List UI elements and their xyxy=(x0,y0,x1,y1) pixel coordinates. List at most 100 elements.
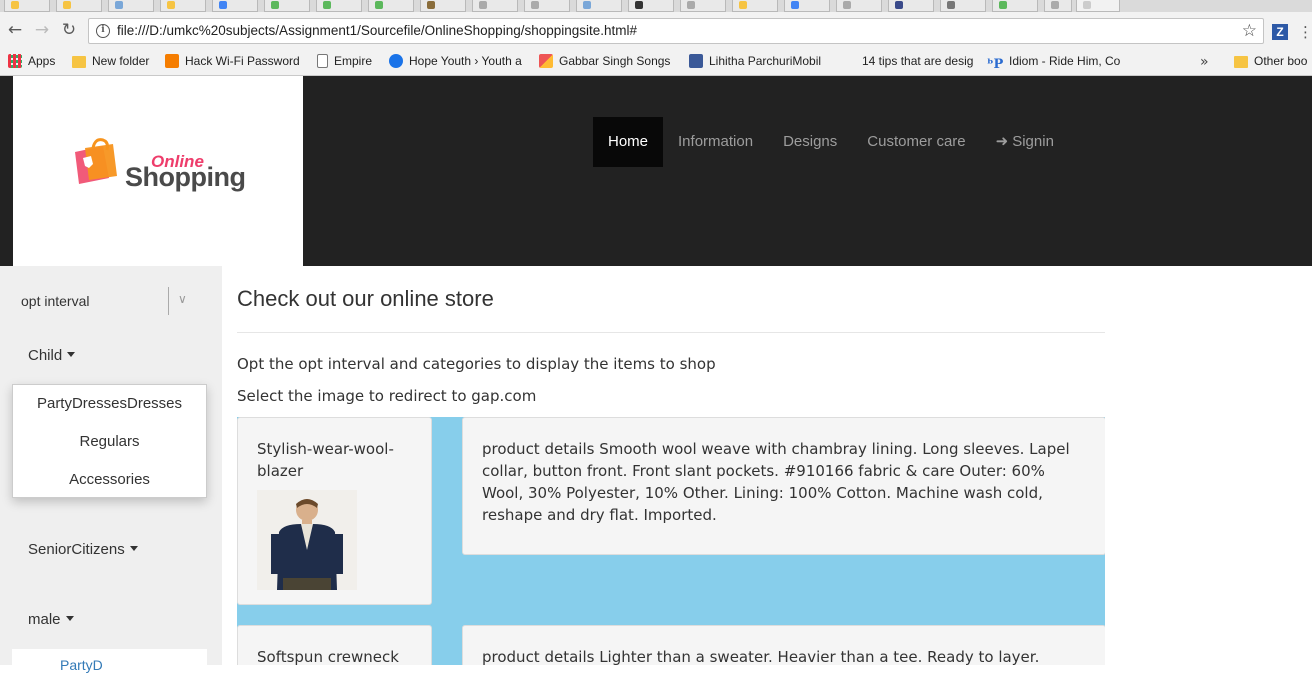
browser-tab[interactable] xyxy=(56,0,102,12)
bookmark-hope-youth[interactable]: Hope Youth › Youth a xyxy=(389,54,527,70)
dropdown-male-menu: PartyD xyxy=(12,649,207,679)
bookmark-idiom[interactable]: ᵇP Idiom - Ride Him, Co xyxy=(987,54,1127,70)
nav-information[interactable]: Information xyxy=(663,117,768,167)
globe-icon xyxy=(389,54,403,68)
product-details-card: product details Smooth wool weave with c… xyxy=(462,417,1105,555)
intro-text-2: Select the image to redirect to gap.com xyxy=(237,387,537,405)
bookmark-other[interactable]: Other boo xyxy=(1234,54,1312,70)
intro-text-1: Opt the opt interval and categories to d… xyxy=(237,355,716,373)
browser-tab[interactable] xyxy=(628,0,674,12)
bookmark-label: Hope Youth › Youth a xyxy=(409,54,522,68)
dropdown-child[interactable]: Child xyxy=(28,347,76,364)
browser-tab[interactable] xyxy=(732,0,778,12)
browser-tab[interactable] xyxy=(888,0,934,12)
logo-text-shopping: Shopping xyxy=(125,162,246,192)
facebook-icon xyxy=(689,54,703,68)
chevron-down-icon[interactable]: ∨ xyxy=(178,292,187,306)
dropdown-senior-citizens[interactable]: SeniorCitizens xyxy=(28,541,138,558)
product-description: product details Smooth wool weave with c… xyxy=(482,440,1070,524)
browser-tab[interactable] xyxy=(316,0,362,12)
browser-tab[interactable] xyxy=(524,0,570,12)
menu-item-accessories[interactable]: Accessories xyxy=(13,461,206,499)
product-title: Stylish-wear-wool-blazer xyxy=(257,440,394,480)
forward-icon[interactable]: → xyxy=(32,20,52,40)
product-card[interactable]: Softspun crewneck xyxy=(237,625,432,665)
bookmark-14-tips[interactable]: 14 tips that are desig xyxy=(842,54,974,70)
browser-tab[interactable] xyxy=(836,0,882,12)
browser-tab[interactable] xyxy=(160,0,206,12)
caret-down-icon xyxy=(129,546,138,551)
product-description: product details Lighter than a sweater. … xyxy=(482,648,1040,665)
dropdown-child-menu: PartyDressesDresses Regulars Accessories xyxy=(12,384,207,498)
browser-tab[interactable] xyxy=(368,0,414,12)
menu-item-partydresses[interactable]: PartyDressesDresses xyxy=(13,385,206,423)
shopping-bag-icon xyxy=(75,138,117,184)
browser-tab[interactable] xyxy=(940,0,986,12)
browser-tab-active[interactable] xyxy=(1076,0,1120,12)
bookmark-label: Apps xyxy=(28,54,56,68)
browser-tab[interactable] xyxy=(784,0,830,12)
back-icon[interactable]: ← xyxy=(5,20,25,40)
browser-tab[interactable] xyxy=(108,0,154,12)
idiom-icon: ᵇP xyxy=(987,57,1004,71)
bookmark-label: Hack Wi-Fi Password xyxy=(185,54,300,68)
page-icon xyxy=(317,54,328,68)
bookmark-hack-wifi[interactable]: Hack Wi-Fi Password xyxy=(165,54,300,70)
browser-tab[interactable] xyxy=(576,0,622,12)
dropdown-male[interactable]: male xyxy=(28,611,74,628)
apps-grid-icon xyxy=(8,54,22,68)
extension-z-icon[interactable]: Z xyxy=(1272,24,1288,40)
nav-designs[interactable]: Designs xyxy=(768,117,852,167)
browser-tab[interactable] xyxy=(420,0,466,12)
menu-item-regulars[interactable]: Regulars xyxy=(13,423,206,461)
info-icon[interactable]: i xyxy=(96,24,110,38)
blazer-photo-icon xyxy=(257,490,357,590)
nav-home[interactable]: Home xyxy=(593,117,664,167)
browser-tab[interactable] xyxy=(680,0,726,12)
site-icon xyxy=(539,54,553,68)
product-image-blazer[interactable] xyxy=(257,490,357,590)
reload-icon[interactable]: ↻ xyxy=(59,20,79,40)
browser-tab[interactable] xyxy=(212,0,258,12)
bookmark-apps[interactable]: Apps xyxy=(8,54,64,70)
bookmark-label: New folder xyxy=(92,54,150,68)
bookmark-gabbar-singh[interactable]: Gabbar Singh Songs xyxy=(539,54,675,70)
browser-tab[interactable] xyxy=(264,0,310,12)
address-bar[interactable]: i file:///D:/umkc%20subjects/Assignment1… xyxy=(88,18,1264,44)
bookmarks-bar: Apps New folder Hack Wi-Fi Password Empi… xyxy=(0,48,1312,76)
browser-tab[interactable] xyxy=(992,0,1038,12)
page-heading: Check out our online store xyxy=(237,286,494,311)
site-logo[interactable]: Online Shopping xyxy=(13,76,303,266)
bookmark-label: Gabbar Singh Songs xyxy=(559,54,671,68)
browser-tab[interactable] xyxy=(472,0,518,12)
chevron-more-icon[interactable]: » xyxy=(1200,54,1209,70)
folder-icon xyxy=(1234,56,1248,68)
select-separator xyxy=(168,287,169,315)
caret-down-icon xyxy=(65,616,74,621)
star-icon[interactable]: ☆ xyxy=(1242,21,1257,41)
interval-select[interactable]: opt interval ∨ xyxy=(0,266,222,336)
product-title: Softspun crewneck xyxy=(257,648,399,665)
browser-toolbar: ← → ↻ i file:///D:/umkc%20subjects/Assig… xyxy=(0,12,1312,48)
product-card[interactable]: Stylish-wear-wool-blazer xyxy=(237,417,432,605)
dropdown-senior-label: SeniorCitizens xyxy=(28,541,125,558)
bookmark-label: Empire xyxy=(334,54,373,68)
products-grid: Stylish-wear-wool-blazer product details… xyxy=(237,417,1105,665)
browser-tabstrip xyxy=(0,0,1312,12)
menu-item-partial[interactable]: PartyD xyxy=(60,657,103,673)
main-nav: Home Information Designs Customer care ➜… xyxy=(593,117,1069,167)
address-url[interactable]: file:///D:/umkc%20subjects/Assignment1/S… xyxy=(117,23,637,38)
chrome-menu-icon[interactable]: ⋮ xyxy=(1298,24,1312,40)
browser-tab[interactable] xyxy=(1044,0,1072,12)
browser-tab[interactable] xyxy=(4,0,50,12)
nav-customer-care[interactable]: Customer care xyxy=(852,117,980,167)
product-details-card: product details Lighter than a sweater. … xyxy=(462,625,1105,665)
bookmark-label: 14 tips that are desig xyxy=(862,54,974,68)
bookmark-label: Idiom - Ride Him, Co xyxy=(1009,54,1121,68)
interval-select-value: opt interval xyxy=(21,293,90,309)
bookmark-new-folder[interactable]: New folder xyxy=(72,54,158,70)
bookmark-empire[interactable]: Empire xyxy=(317,54,379,70)
category-sidebar: opt interval ∨ Child PartyDressesDresses… xyxy=(0,266,222,679)
nav-signin[interactable]: ➜ Signin xyxy=(981,117,1069,167)
bookmark-lihitha[interactable]: Lihitha ParchuriMobil xyxy=(689,54,827,70)
